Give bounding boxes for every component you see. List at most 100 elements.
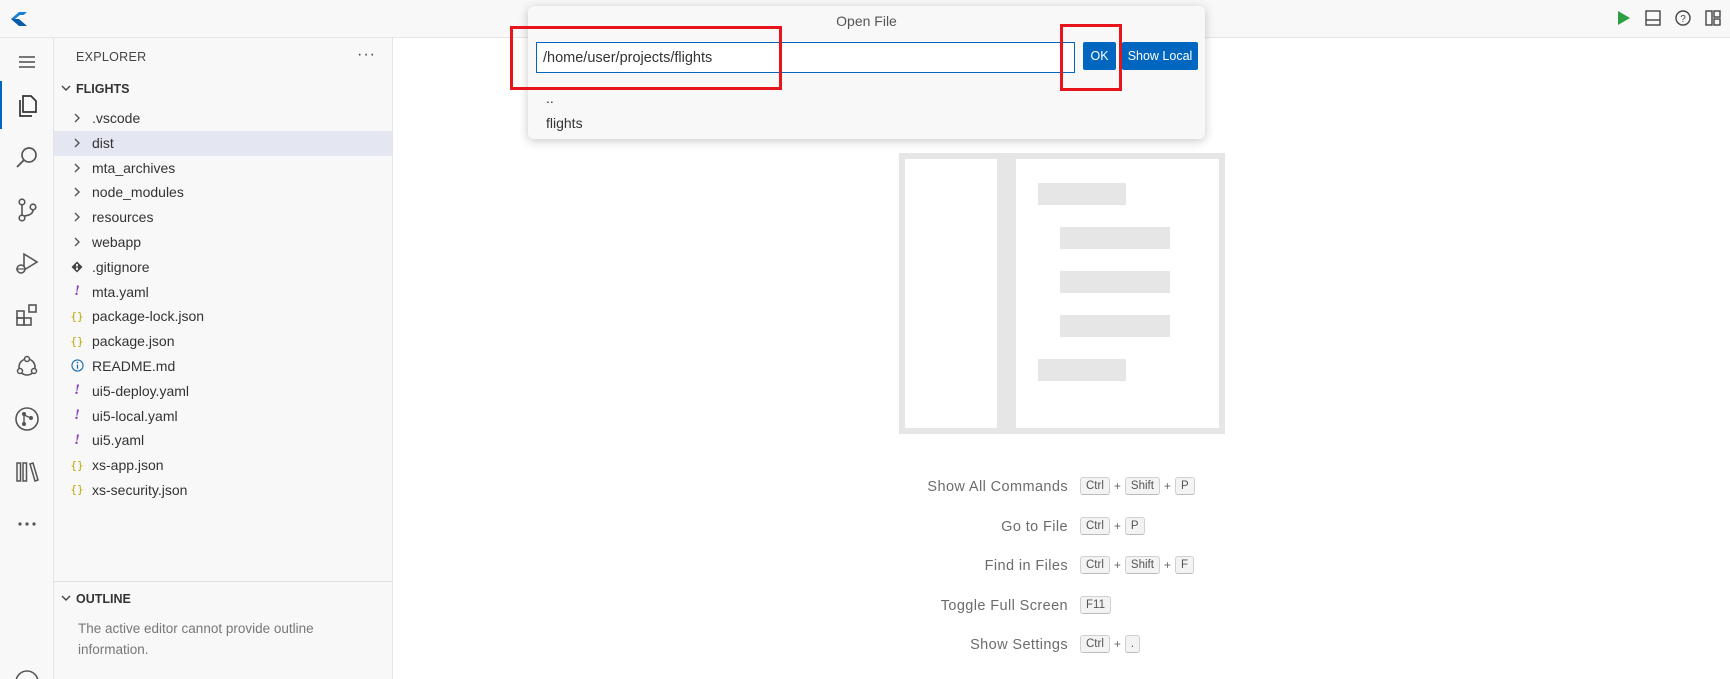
more-icon[interactable]	[0, 500, 54, 548]
chevron-down-icon	[60, 82, 72, 94]
chevron-right-icon	[69, 110, 85, 126]
tree-item[interactable]: .vscode	[54, 106, 393, 131]
layout-icon[interactable]	[1704, 9, 1722, 27]
json-file-icon: {}	[70, 483, 84, 497]
outline-header[interactable]: OUTLINE	[54, 590, 393, 610]
yaml-file-icon: !	[74, 283, 80, 300]
explorer-more-button[interactable]: ···	[357, 46, 376, 64]
tree-item[interactable]: .gitignore	[54, 255, 393, 280]
tree-item[interactable]: webapp	[54, 230, 393, 255]
tree-item-label: resources	[92, 209, 154, 226]
folder-section-header[interactable]: FLIGHTS	[54, 80, 393, 100]
path-suggestion-item[interactable]: ..	[546, 87, 583, 112]
app-logo-icon[interactable]	[8, 8, 30, 30]
panel-toggle-icon[interactable]	[1644, 9, 1662, 27]
explorer-icon[interactable]	[0, 81, 54, 129]
chevron-right-icon	[69, 135, 85, 151]
tree-item[interactable]: ! mta.yaml	[54, 280, 393, 305]
keyboard-key: Ctrl	[1080, 635, 1110, 654]
tree-item-label: node_modules	[92, 184, 184, 201]
tree-item-label: xs-security.json	[92, 481, 188, 498]
outline-panel: OUTLINE The active editor cannot provide…	[54, 581, 393, 679]
json-file-icon: {}	[70, 334, 84, 348]
shortcut-keys: Ctrl + Shift + P	[1080, 477, 1195, 495]
tree-item[interactable]: {} xs-security.json	[54, 478, 393, 503]
shortcut-label: Go to File	[1001, 518, 1068, 535]
key-separator: +	[1163, 558, 1171, 573]
folder-section-title: FLIGHTS	[76, 82, 130, 96]
git-graph-icon[interactable]	[0, 395, 54, 443]
shortcut-label: Find in Files	[984, 558, 1068, 575]
tree-item[interactable]: node_modules	[54, 180, 393, 205]
library-icon[interactable]	[0, 448, 54, 496]
chevron-down-icon	[60, 592, 72, 604]
tree-item[interactable]: mta_archives	[54, 156, 393, 181]
shortcut-row: Go to File Ctrl + P	[850, 516, 1250, 557]
key-separator: +	[1113, 518, 1121, 533]
shortcut-keys: Ctrl +.	[1080, 635, 1141, 654]
shortcut-row: Show Settings Ctrl +.	[850, 635, 1250, 675]
shortcut-row: Toggle Full Screen F11	[850, 595, 1250, 636]
tree-item[interactable]: ! ui5-deploy.yaml	[54, 379, 393, 404]
yaml-file-icon: !	[74, 431, 80, 448]
tree-item[interactable]: resources	[54, 205, 393, 230]
tree-item[interactable]: README.md	[54, 354, 393, 379]
shortcut-row: Find in Files Ctrl + Shift + F	[850, 556, 1250, 596]
shortcut-hints: Show All Commands Ctrl + Shift + P Go to File C…	[850, 477, 1250, 675]
tree-item-label: package-lock.json	[92, 308, 205, 325]
yaml-file-icon: !	[74, 382, 80, 399]
key-separator: +	[1113, 479, 1121, 493]
tree-item[interactable]: dist	[54, 130, 393, 156]
info-file-icon	[69, 358, 85, 374]
keyboard-key: Ctrl	[1080, 477, 1110, 495]
search-icon[interactable]	[0, 134, 54, 182]
play-icon[interactable]	[1614, 9, 1632, 27]
run-debug-icon[interactable]	[0, 239, 54, 287]
show-local-button[interactable]: Show Local	[1122, 42, 1198, 70]
keyboard-key: .	[1124, 635, 1141, 654]
tree-item-label: package.json	[92, 333, 175, 350]
outline-message: The active editor cannot provide outline…	[78, 621, 314, 657]
keyboard-key: Ctrl	[1080, 556, 1110, 575]
tree-item[interactable]: {} package-lock.json	[54, 304, 393, 329]
tree-item-label: ui5.yaml	[92, 432, 145, 449]
tree-item[interactable]: ! ui5-local.yaml	[54, 404, 393, 429]
chevron-right-icon	[69, 160, 85, 176]
explorer-header: EXPLORER	[76, 50, 147, 64]
cloud-foundry-icon[interactable]	[0, 343, 54, 391]
activity-bar	[0, 38, 54, 679]
extensions-icon[interactable]	[0, 291, 54, 339]
tree-item-label: xs-app.json	[92, 457, 164, 474]
keyboard-key: P	[1124, 516, 1145, 535]
chevron-right-icon	[69, 234, 85, 250]
keyboard-key: F	[1174, 556, 1194, 575]
tree-item[interactable]: {} xs-app.json	[54, 453, 393, 478]
shortcut-row: Show All Commands Ctrl + Shift + P	[850, 477, 1250, 517]
keyboard-key: Shift	[1124, 477, 1160, 495]
explorer-sidebar: EXPLORER ··· FLIGHTS .vscode dist mta_arch…	[54, 38, 393, 679]
tree-item-label: mta.yaml	[92, 283, 149, 300]
menu-icon[interactable]	[0, 38, 54, 86]
source-control-icon[interactable]	[0, 186, 54, 234]
account-icon[interactable]	[0, 658, 54, 679]
path-suggestion-item[interactable]: flights	[546, 112, 583, 137]
tree-item-label: mta_archives	[92, 159, 176, 176]
tree-item[interactable]: {} package.json	[54, 329, 393, 354]
key-separator: +	[1163, 479, 1171, 493]
shortcut-keys: Ctrl + Shift + F	[1080, 556, 1194, 575]
help-icon[interactable]: ?	[1674, 9, 1692, 27]
tree-item-label: webapp	[92, 233, 142, 250]
shortcut-keys: F11	[1080, 595, 1111, 614]
key-separator: +	[1113, 637, 1121, 652]
tree-item[interactable]: ! ui5.yaml	[54, 428, 393, 453]
json-file-icon: {}	[70, 309, 84, 323]
keyboard-key: Shift	[1124, 556, 1160, 575]
shortcut-label: Toggle Full Screen	[940, 597, 1068, 614]
keyboard-key: P	[1174, 477, 1195, 495]
keyboard-key: F11	[1080, 595, 1111, 614]
tree-item-label: README.md	[92, 357, 176, 374]
tree-item-label: ui5-deploy.yaml	[92, 382, 190, 399]
svg-text:?: ?	[1680, 14, 1686, 25]
shortcut-keys: Ctrl + P	[1080, 516, 1145, 535]
json-file-icon: {}	[70, 458, 84, 472]
